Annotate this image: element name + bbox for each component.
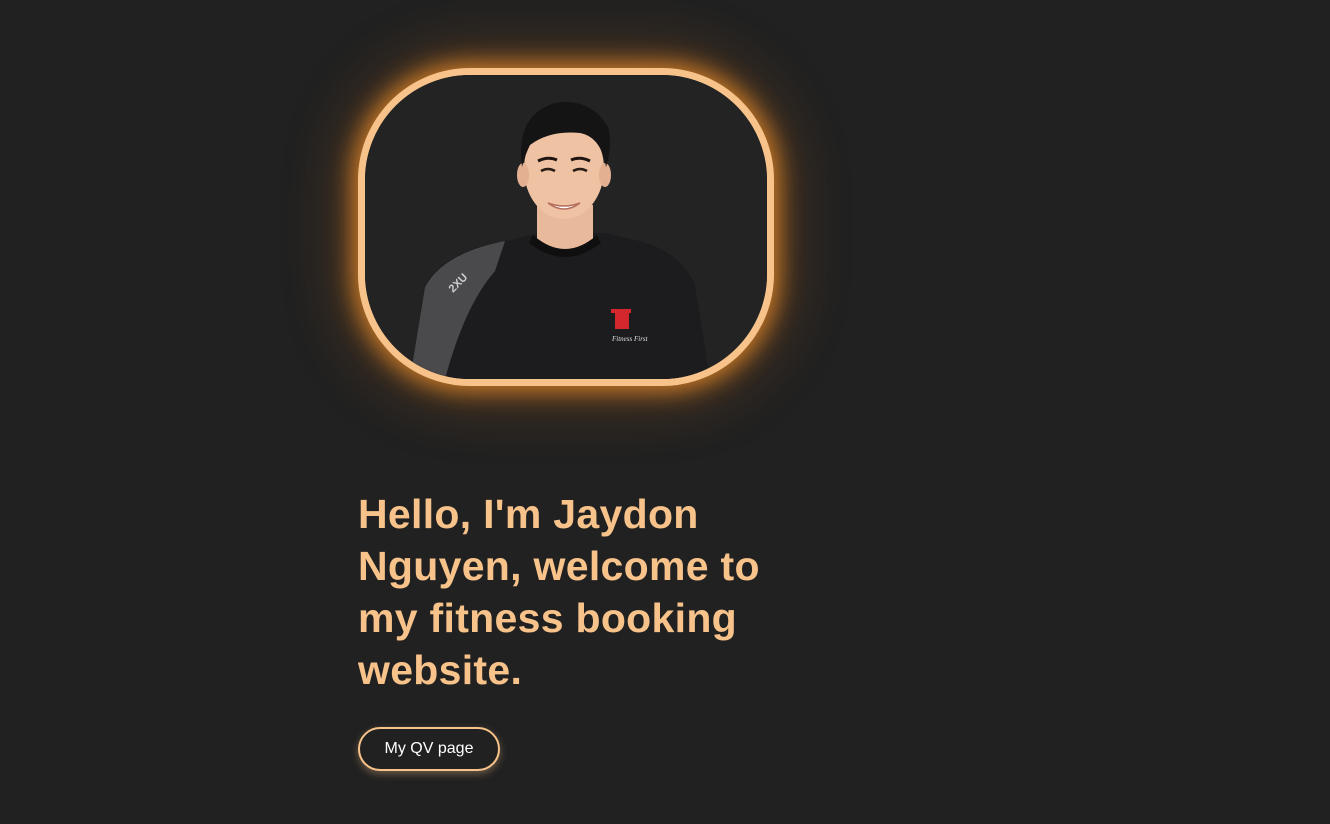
my-qv-page-button[interactable]: My QV page: [358, 727, 500, 771]
svg-text:Fitness First: Fitness First: [611, 335, 649, 343]
hero-headline: Hello, I'm Jaydon Nguyen, welcome to my …: [358, 491, 760, 693]
profile-photo: 2XU Fitness First: [365, 75, 767, 379]
profile-photo-frame: 2XU Fitness First: [358, 68, 774, 386]
page: 2XU Fitness First Hello, I'm Jaydon Nguy…: [0, 0, 1330, 824]
